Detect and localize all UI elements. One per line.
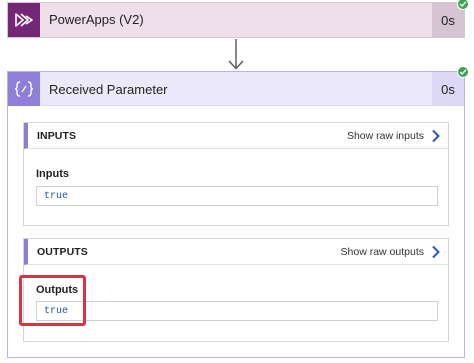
- inputs-value-field[interactable]: true: [36, 186, 438, 206]
- chevron-right-icon[interactable]: [431, 129, 441, 148]
- outputs-value-field[interactable]: true: [36, 301, 438, 321]
- success-check-icon: [457, 66, 469, 78]
- show-raw-outputs-link[interactable]: Show raw outputs: [341, 246, 424, 258]
- success-check-icon: [457, 0, 469, 10]
- trigger-card[interactable]: PowerApps (V2) 0s: [7, 2, 465, 38]
- powerapps-icon: [8, 3, 40, 37]
- highlight-box: [19, 275, 86, 326]
- inputs-field-label: Inputs: [36, 168, 69, 180]
- inputs-header-label: INPUTS: [37, 130, 77, 142]
- outputs-panel-header: OUTPUTS Show raw outputs: [24, 239, 448, 265]
- show-raw-inputs-link[interactable]: Show raw inputs: [347, 130, 424, 142]
- action-header[interactable]: Received Parameter 0s: [8, 72, 464, 106]
- action-title: Received Parameter: [49, 82, 168, 97]
- outputs-panel: OUTPUTS Show raw outputs Outputs true: [23, 238, 449, 342]
- inputs-panel: INPUTS Show raw inputs Inputs true: [23, 122, 449, 226]
- chevron-right-icon[interactable]: [431, 245, 441, 264]
- trigger-title: PowerApps (V2): [49, 12, 144, 27]
- code-braces-icon: [8, 72, 40, 106]
- inputs-panel-header: INPUTS Show raw inputs: [24, 123, 448, 149]
- outputs-header-label: OUTPUTS: [37, 246, 88, 258]
- connector-arrow-icon: [227, 39, 245, 75]
